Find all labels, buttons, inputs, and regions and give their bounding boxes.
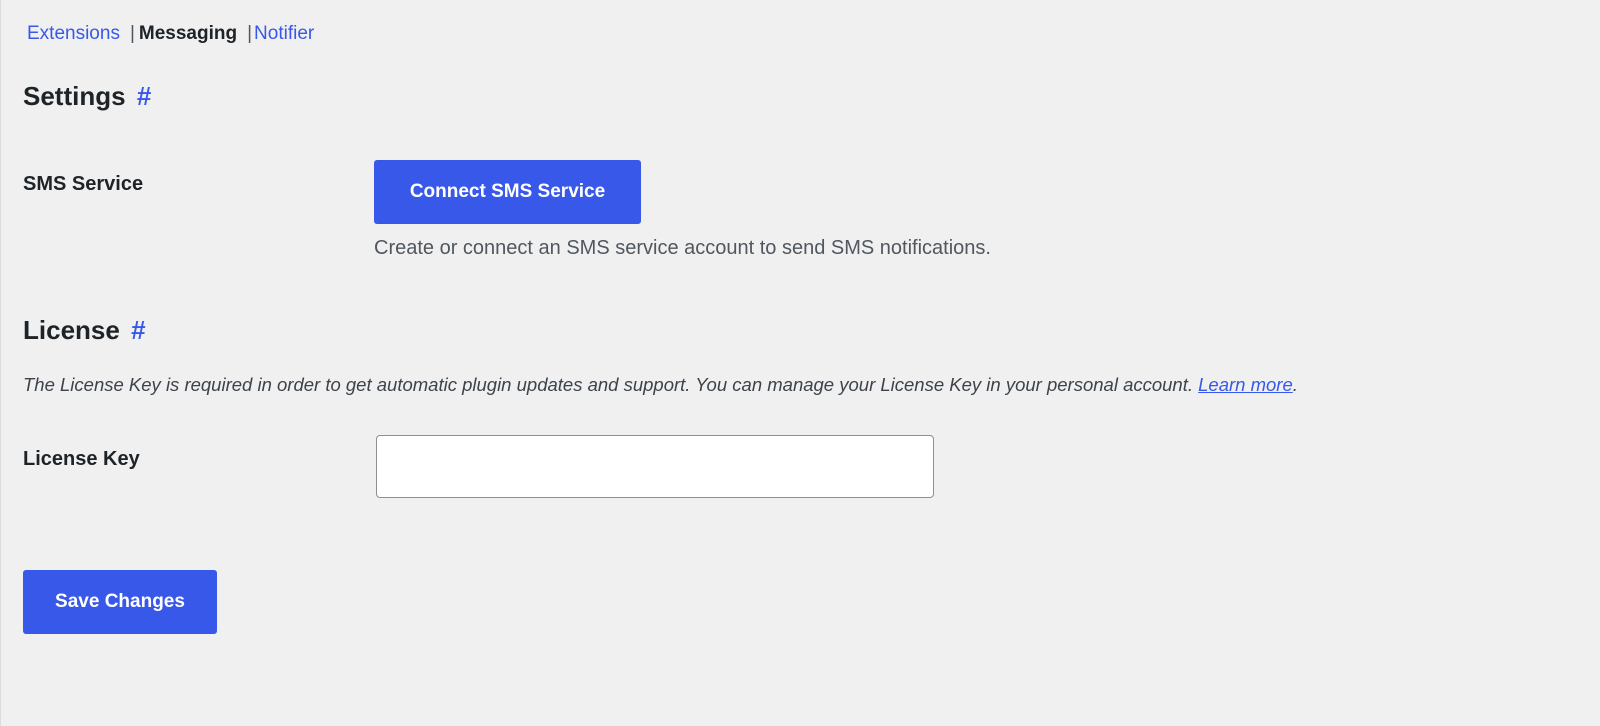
subsubsub-nav: Extensions | Messaging | Notifier: [27, 22, 314, 46]
settings-heading: Settings #: [23, 80, 151, 112]
nav-separator: |: [247, 23, 253, 44]
nav-link-notifier[interactable]: Notifier: [254, 23, 314, 44]
license-anchor-link[interactable]: #: [131, 315, 145, 345]
license-intro-text: The License Key is required in order to …: [23, 372, 1298, 398]
sms-service-description: Create or connect an SMS service account…: [374, 237, 991, 259]
license-key-label: License Key: [23, 448, 140, 470]
license-intro-body: The License Key is required in order to …: [23, 374, 1193, 395]
sms-service-label: SMS Service: [23, 173, 144, 195]
license-heading-text: License: [23, 315, 120, 345]
settings-heading-text: Settings: [23, 81, 126, 111]
settings-page: Extensions | Messaging | Notifier Settings #…: [0, 0, 1600, 726]
save-changes-button[interactable]: Save Changes: [23, 570, 217, 634]
license-intro-period: .: [1292, 374, 1298, 395]
learn-more-link[interactable]: Learn more: [1198, 374, 1293, 395]
settings-anchor-link[interactable]: #: [137, 81, 151, 111]
nav-link-extensions[interactable]: Extensions: [27, 23, 120, 44]
nav-separator: |: [129, 23, 135, 44]
license-heading: License #: [23, 314, 146, 346]
license-key-input[interactable]: [376, 435, 934, 498]
connect-sms-service-button[interactable]: Connect SMS Service: [374, 160, 641, 224]
nav-link-messaging-current[interactable]: Messaging: [139, 23, 237, 44]
